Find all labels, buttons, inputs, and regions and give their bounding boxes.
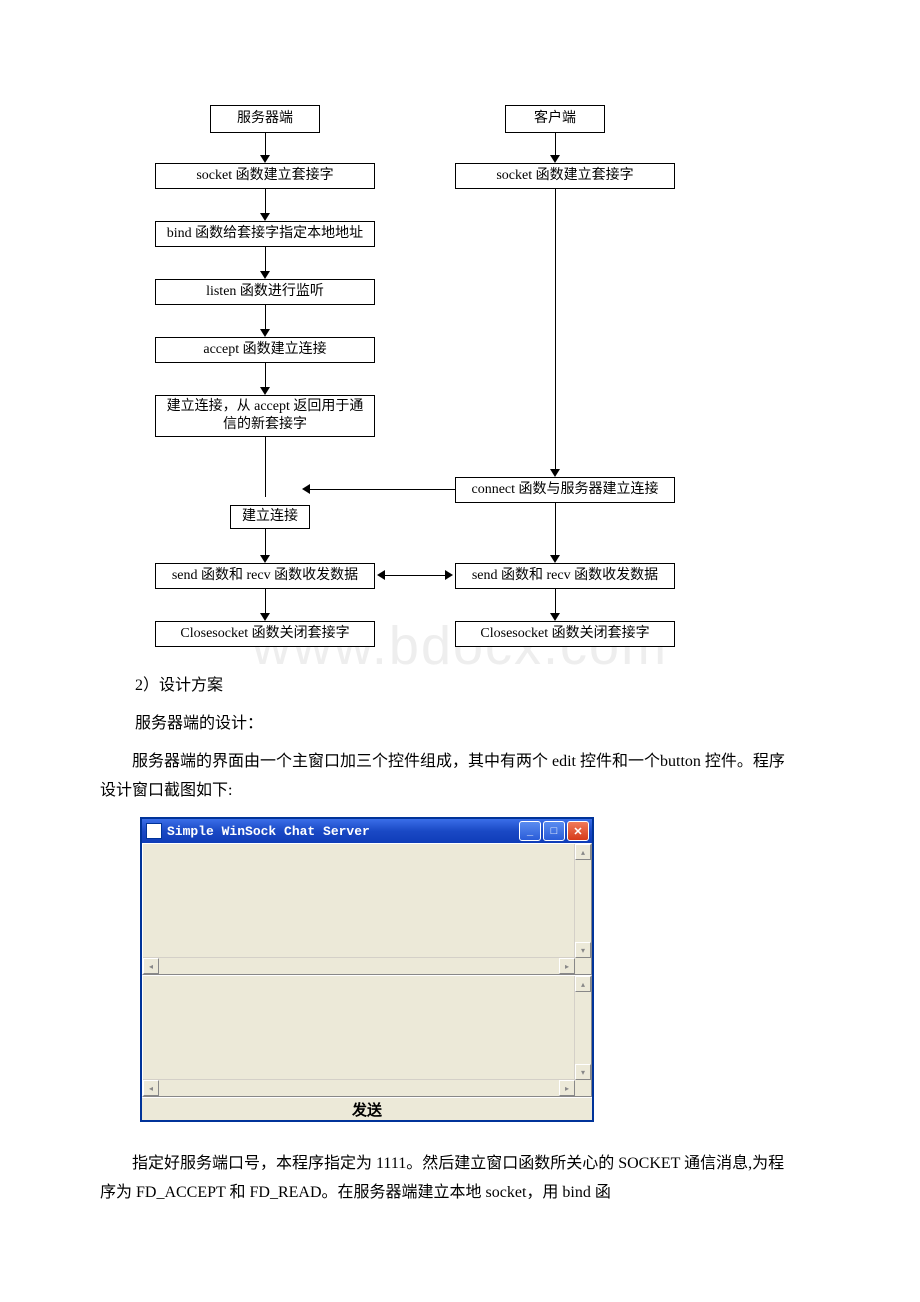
client-header-box: 客户端 xyxy=(505,105,605,133)
line xyxy=(555,189,556,469)
server-bind-label: bind 函数给套接字指定本地地址 xyxy=(167,225,363,243)
line xyxy=(265,189,266,213)
connect-label-box: 建立连接 xyxy=(230,505,310,529)
arrow-down-icon xyxy=(260,271,270,279)
flowchart-diagram: 服务器端 客户端 socket 函数建立套接字 bind 函数给套接字指定本地地… xyxy=(140,105,760,665)
edit-control-1[interactable]: ▴ ▾ ◂ ▸ xyxy=(142,843,592,975)
app-window-screenshot: Simple WinSock Chat Server _ □ ✕ ▴ ▾ ◂ ▸ xyxy=(140,817,594,1122)
paragraph-2-text: 指定好服务端口号，本程序指定为 1111。然后建立窗口函数所关心的 SOCKET… xyxy=(100,1150,800,1208)
arrow-down-icon xyxy=(550,613,560,621)
client-connect-label: connect 函数与服务器建立连接 xyxy=(471,481,658,499)
arrow-down-icon xyxy=(260,613,270,621)
server-close-label: Closesocket 函数关闭套接字 xyxy=(180,625,349,643)
arrow-down-icon xyxy=(550,155,560,163)
client-close-label: Closesocket 函数关闭套接字 xyxy=(480,625,649,643)
paragraph-1-text: 服务器端的界面由一个主窗口加三个控件组成，其中有两个 edit 控件和一个but… xyxy=(100,748,800,806)
server-sendrecv-label: send 函数和 recv 函数收发数据 xyxy=(172,567,358,585)
section2-heading: 2）设计方案 xyxy=(135,672,223,701)
scroll-up-icon[interactable]: ▴ xyxy=(575,976,591,992)
arrow-down-icon xyxy=(260,155,270,163)
client-socket-box: socket 函数建立套接字 xyxy=(455,163,675,189)
line xyxy=(265,363,266,387)
arrow-down-icon xyxy=(260,555,270,563)
server-close-box: Closesocket 函数关闭套接字 xyxy=(155,621,375,647)
arrow-down-icon xyxy=(260,329,270,337)
line xyxy=(385,575,445,576)
send-button[interactable]: 发送 xyxy=(142,1097,592,1120)
scroll-down-icon[interactable]: ▾ xyxy=(575,942,591,958)
scroll-left-icon[interactable]: ◂ xyxy=(143,1080,159,1096)
client-socket-label: socket 函数建立套接字 xyxy=(496,167,633,185)
line xyxy=(555,133,556,155)
window-title: Simple WinSock Chat Server xyxy=(167,824,370,839)
maximize-button[interactable]: □ xyxy=(543,821,565,841)
server-socket-box: socket 函数建立套接字 xyxy=(155,163,375,189)
line xyxy=(310,489,455,490)
app-icon xyxy=(146,823,162,839)
server-listen-box: listen 函数进行监听 xyxy=(155,279,375,305)
scroll-left-icon[interactable]: ◂ xyxy=(143,958,159,974)
line xyxy=(265,305,266,329)
client-sendrecv-label: send 函数和 recv 函数收发数据 xyxy=(472,567,658,585)
send-button-label: 发送 xyxy=(352,1099,382,1120)
paragraph-1: 服务器端的界面由一个主窗口加三个控件组成，其中有两个 edit 控件和一个but… xyxy=(100,748,800,806)
line xyxy=(555,589,556,613)
server-newsock-label: 建立连接，从 accept 返回用于通信的新套接字 xyxy=(160,398,370,434)
scroll-right-icon[interactable]: ▸ xyxy=(559,1080,575,1096)
arrow-down-icon xyxy=(550,469,560,477)
window-body: ▴ ▾ ◂ ▸ ▴ ▾ ◂ ▸ xyxy=(142,843,592,1120)
arrow-down-icon xyxy=(260,387,270,395)
server-socket-label: socket 函数建立套接字 xyxy=(196,167,333,185)
horizontal-scrollbar[interactable]: ◂ ▸ xyxy=(143,1079,575,1096)
server-newsock-box: 建立连接，从 accept 返回用于通信的新套接字 xyxy=(155,395,375,437)
line xyxy=(265,529,266,555)
scroll-corner xyxy=(575,1080,591,1096)
arrow-left-icon xyxy=(302,484,310,494)
server-listen-label: listen 函数进行监听 xyxy=(206,283,324,301)
vertical-scrollbar[interactable]: ▴ ▾ xyxy=(574,844,591,958)
client-sendrecv-box: send 函数和 recv 函数收发数据 xyxy=(455,563,675,589)
client-header-label: 客户端 xyxy=(534,110,576,128)
scroll-corner xyxy=(575,958,591,974)
minimize-button[interactable]: _ xyxy=(519,821,541,841)
arrow-right-icon xyxy=(445,570,453,580)
close-button[interactable]: ✕ xyxy=(567,821,589,841)
server-sendrecv-box: send 函数和 recv 函数收发数据 xyxy=(155,563,375,589)
server-accept-label: accept 函数建立连接 xyxy=(203,341,326,359)
scroll-right-icon[interactable]: ▸ xyxy=(559,958,575,974)
line xyxy=(265,589,266,613)
paragraph-2: 指定好服务端口号，本程序指定为 1111。然后建立窗口函数所关心的 SOCKET… xyxy=(100,1150,800,1208)
line xyxy=(265,247,266,271)
line xyxy=(265,437,266,497)
edit-control-2[interactable]: ▴ ▾ ◂ ▸ xyxy=(142,975,592,1097)
vertical-scrollbar[interactable]: ▴ ▾ xyxy=(574,976,591,1080)
arrow-left-icon xyxy=(377,570,385,580)
scroll-up-icon[interactable]: ▴ xyxy=(575,844,591,860)
connect-label: 建立连接 xyxy=(242,508,298,526)
server-header-label: 服务器端 xyxy=(237,110,293,128)
line xyxy=(555,503,556,555)
line xyxy=(265,133,266,155)
arrow-down-icon xyxy=(550,555,560,563)
server-accept-box: accept 函数建立连接 xyxy=(155,337,375,363)
arrow-down-icon xyxy=(260,213,270,221)
server-bind-box: bind 函数给套接字指定本地地址 xyxy=(155,221,375,247)
client-connect-box: connect 函数与服务器建立连接 xyxy=(455,477,675,503)
client-close-box: Closesocket 函数关闭套接字 xyxy=(455,621,675,647)
server-header-box: 服务器端 xyxy=(210,105,320,133)
scroll-down-icon[interactable]: ▾ xyxy=(575,1064,591,1080)
titlebar: Simple WinSock Chat Server _ □ ✕ xyxy=(142,819,592,843)
server-design-heading: 服务器端的设计： xyxy=(135,710,263,739)
horizontal-scrollbar[interactable]: ◂ ▸ xyxy=(143,957,575,974)
